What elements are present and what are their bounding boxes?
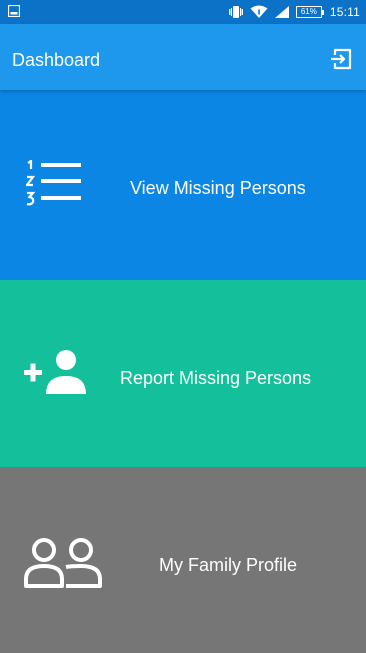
numbered-list-icon	[24, 158, 84, 213]
dashboard-screen: 61% 15:11 Dashboard View Missing Persons…	[0, 0, 366, 653]
page-title: Dashboard	[12, 50, 101, 70]
wifi-icon	[250, 5, 268, 19]
report-missing-persons-label: Report Missing Persons	[120, 368, 312, 388]
report-missing-persons-tile[interactable]: Report Missing Persons	[0, 280, 366, 467]
my-family-profile-label: My Family Profile	[159, 555, 298, 575]
vibrate-icon	[228, 5, 244, 19]
battery-icon: 61%	[295, 6, 324, 18]
signal-icon	[274, 5, 290, 19]
view-missing-persons-tile[interactable]: View Missing Persons	[0, 90, 366, 280]
add-person-icon	[24, 350, 86, 399]
my-family-profile-tile[interactable]: My Family Profile	[0, 467, 366, 653]
app-bar: Dashboard	[0, 24, 366, 90]
status-bar: 61% 15:11	[0, 0, 366, 24]
screen-icon	[8, 5, 20, 17]
status-icons: 61% 15:11	[228, 3, 360, 21]
view-missing-persons-label: View Missing Persons	[130, 178, 306, 198]
logout-icon[interactable]	[329, 47, 353, 71]
group-icon	[22, 538, 104, 593]
status-time: 15:11	[329, 5, 360, 19]
battery-level: 61%	[295, 6, 322, 18]
